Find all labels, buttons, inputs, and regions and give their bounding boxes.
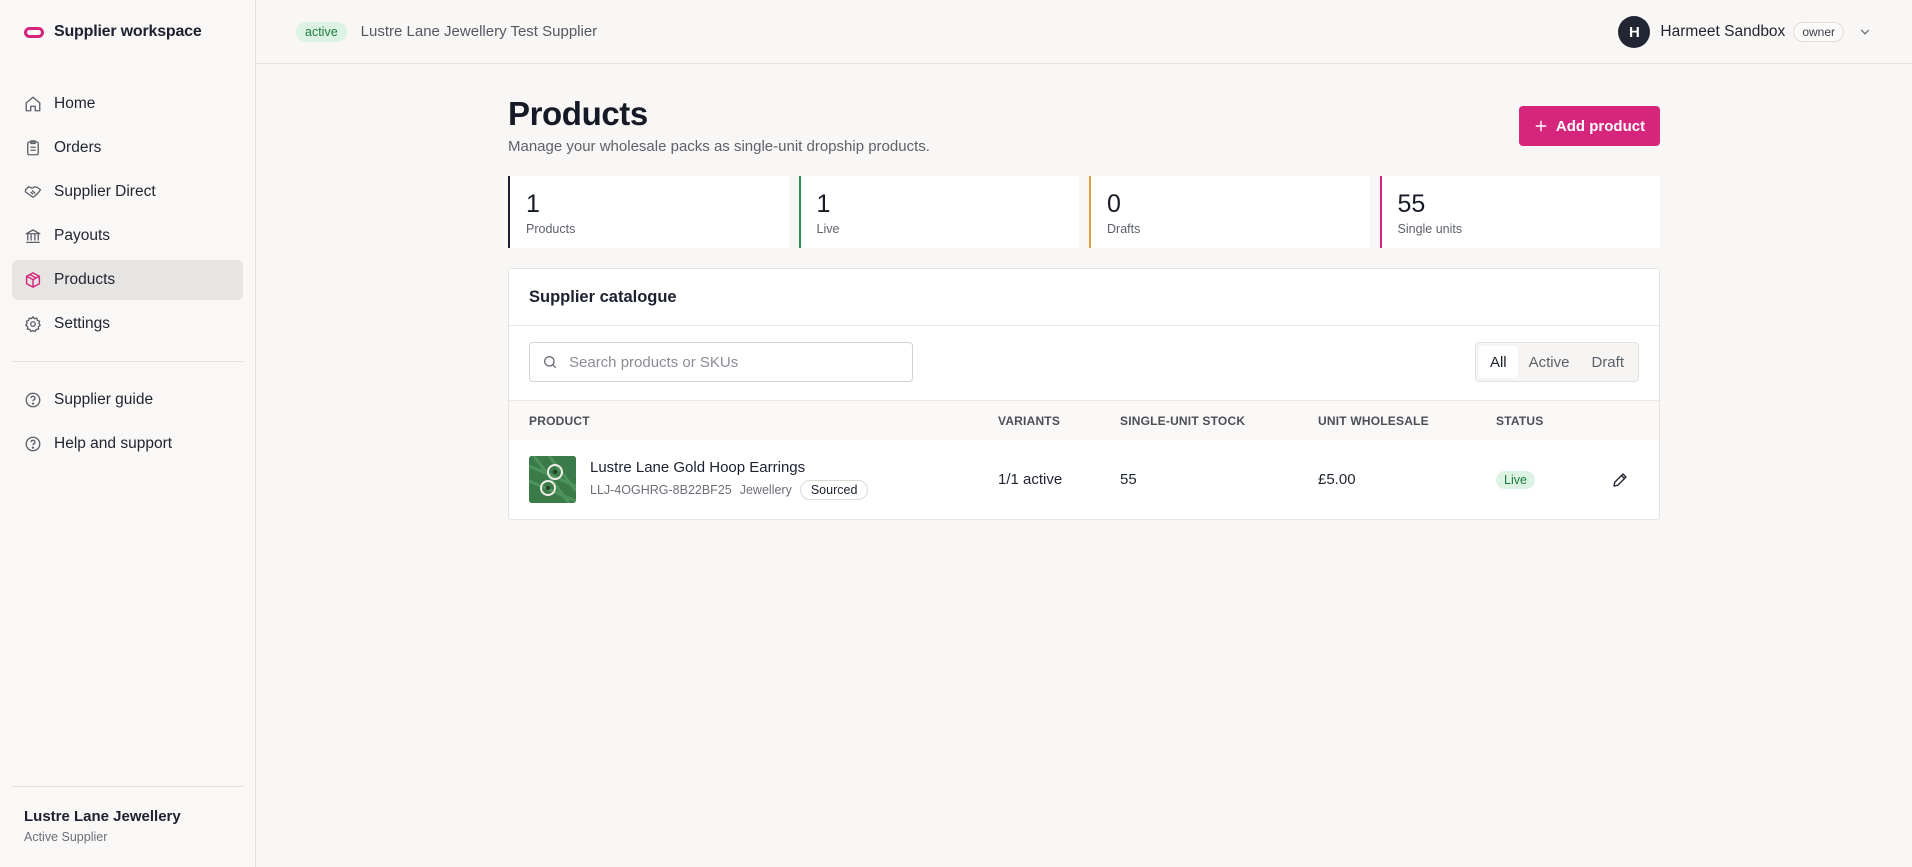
page-title: Products [508,95,648,132]
handshake-icon [24,186,42,198]
stat-value: 0 [1107,190,1121,218]
product-thumbnail [529,456,576,503]
filter-draft[interactable]: Draft [1580,346,1635,378]
column-wholesale[interactable]: UNIT WHOLESALE [1318,414,1429,428]
sidebar-item-label: Settings [54,315,111,332]
sidebar-item-label: Supplier Direct [54,183,156,200]
sidebar-item-settings[interactable]: Settings [12,304,243,344]
sidebar-item-label: Supplier guide [54,391,154,408]
supplier-name: Lustre Lane Jewellery Test Supplier [360,23,598,40]
filter-active[interactable]: Active [1518,346,1581,378]
brand-logo-icon [24,26,44,38]
sidebar-item-label: Help and support [54,435,173,452]
sidebar-item-label: Home [54,95,96,112]
status-badge: active [296,21,347,42]
gear-icon [24,315,42,333]
table-row[interactable]: Lustre Lane Gold Hoop Earrings LLJ-4OGHR… [509,440,1659,520]
stat-card-drafts: 0 Drafts [1089,176,1370,248]
sidebar-item-supplier-direct[interactable]: Supplier Direct [12,172,243,212]
product-name[interactable]: Lustre Lane Gold Hoop Earrings [590,459,805,476]
sidebar-item-orders[interactable]: Orders [12,128,243,168]
stat-card-single-units: 55 Single units [1379,176,1660,248]
search-box[interactable] [529,342,913,382]
cell-variants: 1/1 active [998,471,1063,488]
sourced-tag: Sourced [799,480,869,500]
column-stock[interactable]: SINGLE-UNIT STOCK [1120,414,1245,428]
sidebar-item-home[interactable]: Home [12,84,243,124]
sidebar-item-products[interactable]: Products [12,260,243,300]
cell-stock: 55 [1120,471,1137,488]
stat-label: Products [526,222,576,236]
help-circle-icon [25,392,41,408]
status-filter: All Active Draft [1474,342,1639,382]
sidebar-item-help-support[interactable]: Help and support [12,424,243,464]
avatar: H [1618,16,1651,48]
product-sku: LLJ-4OGHRG-8B22BF25 [590,483,732,497]
supplier-account-name: Lustre Lane Jewellery [24,808,181,825]
catalogue-toolbar: All Active Draft [509,326,1659,400]
sidebar-footer[interactable]: Lustre Lane Jewellery Active Supplier [12,786,243,867]
sidebar: Supplier workspace Home Orders Supplier … [0,0,256,867]
page-subtitle: Manage your wholesale packs as single-un… [508,138,930,155]
help-circle-icon [25,436,41,452]
edit-pencil-icon[interactable] [1611,471,1629,489]
stats-row: 1 Products 1 Live 0 Drafts 55 Single uni… [508,176,1660,248]
add-product-button[interactable]: Add product [1519,106,1660,146]
column-product[interactable]: PRODUCT [529,414,590,428]
column-status[interactable]: STATUS [1496,414,1543,428]
home-icon [25,96,41,112]
search-icon [544,356,556,368]
search-input[interactable] [569,353,899,371]
package-icon [25,272,41,288]
sidebar-item-supplier-guide[interactable]: Supplier guide [12,380,243,420]
cell-wholesale: £5.00 [1318,471,1356,488]
column-variants[interactable]: VARIANTS [998,414,1060,428]
add-product-label: Add product [1555,117,1646,135]
stat-value: 55 [1397,190,1426,218]
stat-card-products: 1 Products [508,176,789,248]
stat-card-live: 1 Live [798,176,1079,248]
sidebar-divider [12,361,243,362]
clipboard-icon [27,140,39,156]
plus-icon [1535,120,1547,132]
table-header: PRODUCT VARIANTS SINGLE-UNIT STOCK UNIT … [509,400,1659,440]
sidebar-item-label: Products [54,271,116,288]
user-name: Harmeet Sandbox [1660,23,1786,40]
chevron-down-icon[interactable] [1858,25,1872,39]
top-bar: active Lustre Lane Jewellery Test Suppli… [256,0,1912,64]
sidebar-item-label: Orders [54,139,102,156]
stat-value: 1 [816,190,831,218]
stat-label: Single units [1397,222,1463,236]
sidebar-item-payouts[interactable]: Payouts [12,216,243,256]
stat-label: Drafts [1107,222,1141,236]
bank-icon [25,229,41,244]
catalogue-title: Supplier catalogue [509,269,1659,326]
filter-all[interactable]: All [1478,346,1518,378]
stat-label: Live [816,222,840,236]
status-badge: Live [1496,471,1535,489]
role-badge: owner [1793,22,1844,42]
brand-name: Supplier workspace [54,23,202,40]
supplier-account-status: Active Supplier [24,830,108,844]
earrings-image-icon [529,456,576,503]
sidebar-nav: Home Orders Supplier Direct Payouts Prod… [0,64,255,464]
sidebar-item-label: Payouts [54,227,111,244]
brand[interactable]: Supplier workspace [0,0,255,64]
user-menu[interactable]: H Harmeet Sandbox owner [1618,16,1872,48]
stat-value: 1 [526,190,540,218]
product-category: Jewellery [739,483,792,497]
supplier-catalogue-card: Supplier catalogue All Active Draft PROD… [508,268,1660,520]
product-meta: LLJ-4OGHRG-8B22BF25 Jewellery Sourced [590,480,869,500]
